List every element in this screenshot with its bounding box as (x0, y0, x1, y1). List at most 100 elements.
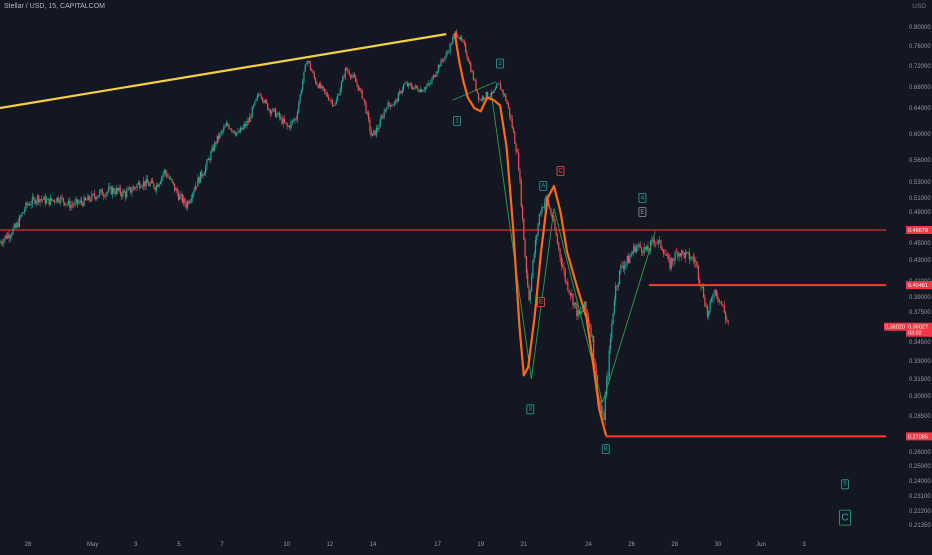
candle-body (541, 207, 543, 214)
candle-body (202, 175, 204, 177)
candle-body (236, 132, 238, 135)
wave-label-1[interactable]: 1 (453, 116, 461, 126)
wave-label-e[interactable]: E (638, 207, 647, 217)
candle-body (320, 83, 322, 89)
candle-body (64, 201, 66, 206)
candle-body (243, 123, 246, 127)
wave-label-e[interactable]: E (537, 297, 545, 307)
candle-body (467, 57, 469, 62)
candle-body (183, 198, 185, 203)
candle-body (461, 36, 463, 41)
candle-body (470, 63, 472, 72)
candle-body (370, 130, 372, 136)
candle-body (237, 131, 239, 133)
candle-body (498, 83, 500, 85)
candle-body (480, 99, 482, 101)
candle-body (36, 195, 39, 202)
candle-body (348, 71, 350, 76)
wave-label-text: B (604, 446, 608, 452)
candle-body (564, 270, 566, 282)
candle-body (639, 244, 641, 248)
candle-body (225, 123, 227, 127)
candle-body (589, 323, 591, 328)
candle-body (625, 262, 627, 265)
candle-body (642, 251, 644, 254)
candle-body (631, 251, 634, 255)
candle-body (238, 131, 240, 133)
wave-label-a[interactable]: A (539, 181, 548, 191)
candle-body (395, 99, 397, 102)
wave-label-3[interactable]: 3 (526, 404, 535, 415)
price-chart[interactable]: 12ACE34EB5C 0.800000.760000.720000.68000… (0, 0, 932, 550)
candle-body (383, 111, 385, 118)
candle-body (318, 83, 321, 88)
candle-body (40, 199, 42, 200)
candle-body (71, 204, 74, 206)
candle-body (88, 195, 90, 201)
candle-body (286, 123, 288, 127)
candle-body (704, 297, 706, 307)
wave-label-5[interactable]: 5 (841, 479, 849, 490)
candle-body (512, 127, 515, 133)
chart-area[interactable]: 12ACE34EB5C 0.80000 0.76000 0.72000 0.68000… (0, 0, 932, 550)
candle-body (542, 207, 544, 208)
wave-label-c[interactable]: C (839, 509, 851, 526)
candle-body (423, 89, 425, 91)
candle-body (251, 107, 253, 118)
candle-body (171, 178, 173, 182)
date-tick-label: 17 (434, 542, 441, 548)
candle-body (437, 65, 440, 72)
price-tag-upper-resistance: 0.46679 (906, 225, 932, 234)
wave-label-b[interactable]: B (601, 444, 610, 455)
candle-body (620, 265, 622, 271)
candle-body (92, 193, 94, 195)
candle-body (120, 193, 123, 197)
candle-body (357, 84, 359, 91)
price-tag-support: 0.27085 (906, 432, 932, 441)
wave-label-2[interactable]: 2 (496, 58, 505, 69)
candle-body (294, 118, 296, 121)
candle-body (375, 127, 377, 136)
candle-body (108, 187, 110, 192)
candle-body (671, 258, 674, 262)
candle-body (468, 61, 471, 64)
candle-body (462, 40, 464, 42)
price-tick-label: 0.43000 (909, 258, 931, 264)
candle-body (278, 112, 280, 118)
currency-label: USD (912, 3, 926, 10)
date-tick-label: 28 (25, 542, 32, 548)
candle-body (712, 297, 714, 299)
candle-body (55, 201, 57, 203)
candle-body (511, 118, 513, 128)
candle-body (521, 206, 524, 219)
candle-body (159, 181, 161, 184)
candle-body (126, 190, 128, 198)
candle-body (422, 90, 424, 92)
candle-body (472, 71, 474, 80)
wave-label-c[interactable]: C (556, 166, 565, 176)
candle-body (343, 76, 345, 78)
candle-body (113, 187, 115, 193)
symbol-title[interactable]: Stellar / USD, 15, CAPITALCOM (4, 3, 105, 10)
candle-body (657, 240, 659, 244)
candle-body (681, 250, 683, 257)
candle-body (717, 296, 719, 299)
candle-body (98, 191, 101, 196)
bid-price-text: 0.36020 (885, 325, 905, 331)
date-tick-label: 10 (283, 542, 290, 548)
candle-body (705, 306, 707, 307)
price-tick-label: 0.56000 (909, 158, 931, 164)
date-tick-label: 21 (520, 542, 527, 548)
wave-label-4[interactable]: 4 (638, 193, 647, 203)
price-tick-label: 0.22200 (909, 509, 931, 515)
wave-label-text: C (558, 168, 563, 174)
candle-body (384, 109, 387, 112)
candle-body (287, 125, 290, 127)
candle-body (128, 187, 130, 189)
price-tick-label: 0.68000 (909, 85, 931, 91)
date-tick-label: 12 (326, 542, 333, 548)
candle-body (201, 171, 203, 177)
candle-body (701, 286, 703, 288)
candle-body (43, 196, 45, 200)
candle-body (211, 147, 213, 153)
